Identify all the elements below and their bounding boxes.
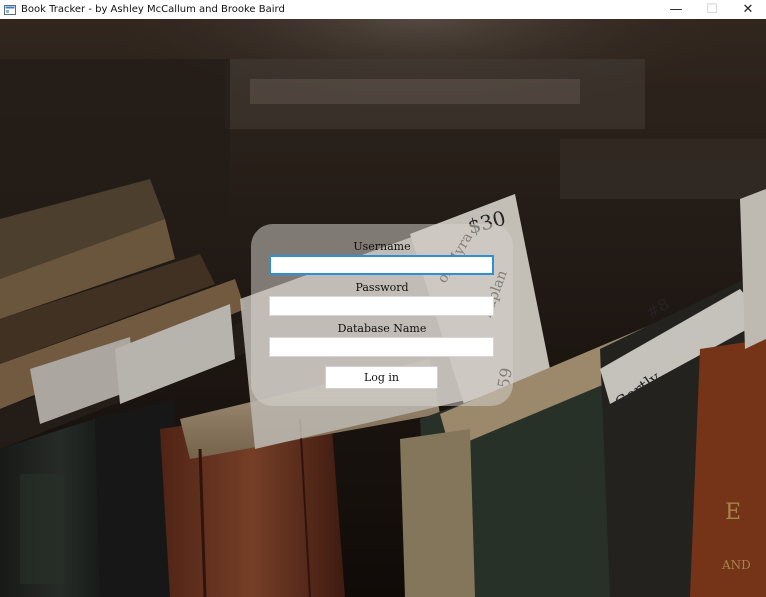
maximize-icon: ☐ — [706, 2, 718, 17]
minimize-icon: — — [669, 2, 683, 17]
username-label: Username — [353, 240, 411, 253]
database-name-label: Database Name — [337, 322, 427, 335]
username-input[interactable] — [269, 255, 494, 275]
window-controls: — ☐ ✕ — [658, 0, 766, 19]
password-label: Password — [355, 281, 409, 294]
password-input[interactable] — [269, 296, 494, 316]
database-name-input[interactable] — [269, 337, 494, 357]
app-window: Book Tracker - by Ashley McCallum and Br… — [0, 0, 766, 597]
close-button[interactable]: ✕ — [730, 0, 766, 19]
login-panel: Username Password Database Name Log in — [251, 224, 513, 406]
window-title: Book Tracker - by Ashley McCallum and Br… — [21, 4, 285, 15]
close-icon: ✕ — [742, 2, 754, 17]
title-bar[interactable]: Book Tracker - by Ashley McCallum and Br… — [0, 0, 766, 19]
maximize-button[interactable]: ☐ — [694, 0, 730, 19]
login-button[interactable]: Log in — [325, 366, 438, 389]
book-tracker-app-icon — [4, 4, 16, 15]
minimize-button[interactable]: — — [658, 0, 694, 19]
